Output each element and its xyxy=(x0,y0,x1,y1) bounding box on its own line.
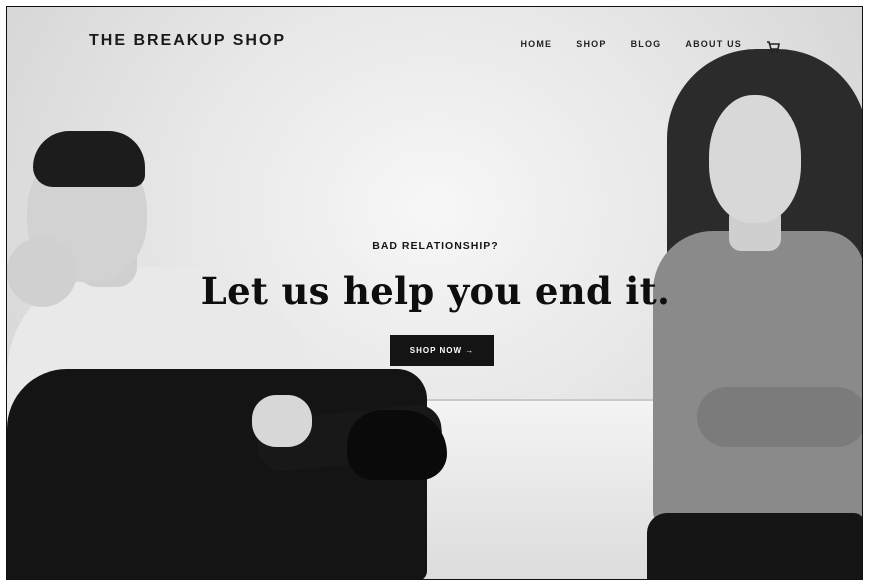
nav-item-about-us[interactable]: ABOUT US xyxy=(685,39,742,49)
nav-menu: HOME SHOP BLOG ABOUT US xyxy=(520,38,780,53)
hero-image-woman-arms xyxy=(697,387,862,447)
nav-item-shop[interactable]: SHOP xyxy=(576,39,606,49)
top-navigation: THE BREAKUP SHOP HOME SHOP BLOG ABOUT US xyxy=(7,7,862,77)
hero-image-woman-face xyxy=(709,95,801,223)
site-logo[interactable]: THE BREAKUP SHOP xyxy=(89,32,286,50)
hero-headline: Let us help you end it. xyxy=(200,269,671,313)
cart-icon[interactable] xyxy=(766,38,780,53)
browser-frame: THE BREAKUP SHOP HOME SHOP BLOG ABOUT US… xyxy=(6,6,863,580)
hero-tagline: BAD RELATIONSHIP? xyxy=(372,240,499,252)
hero-image-woman-legs xyxy=(647,513,862,579)
hero-image-man-right-hand xyxy=(252,395,312,447)
nav-item-home[interactable]: HOME xyxy=(520,39,552,49)
nav-item-blog[interactable]: BLOG xyxy=(631,39,662,49)
hero-image-man-shoe xyxy=(347,410,447,480)
hero-section: THE BREAKUP SHOP HOME SHOP BLOG ABOUT US… xyxy=(7,7,862,579)
cart-icon-graphic xyxy=(767,41,780,53)
shop-now-button[interactable]: SHOP NOW → xyxy=(390,335,494,366)
hero-image-man-hair xyxy=(33,131,145,187)
